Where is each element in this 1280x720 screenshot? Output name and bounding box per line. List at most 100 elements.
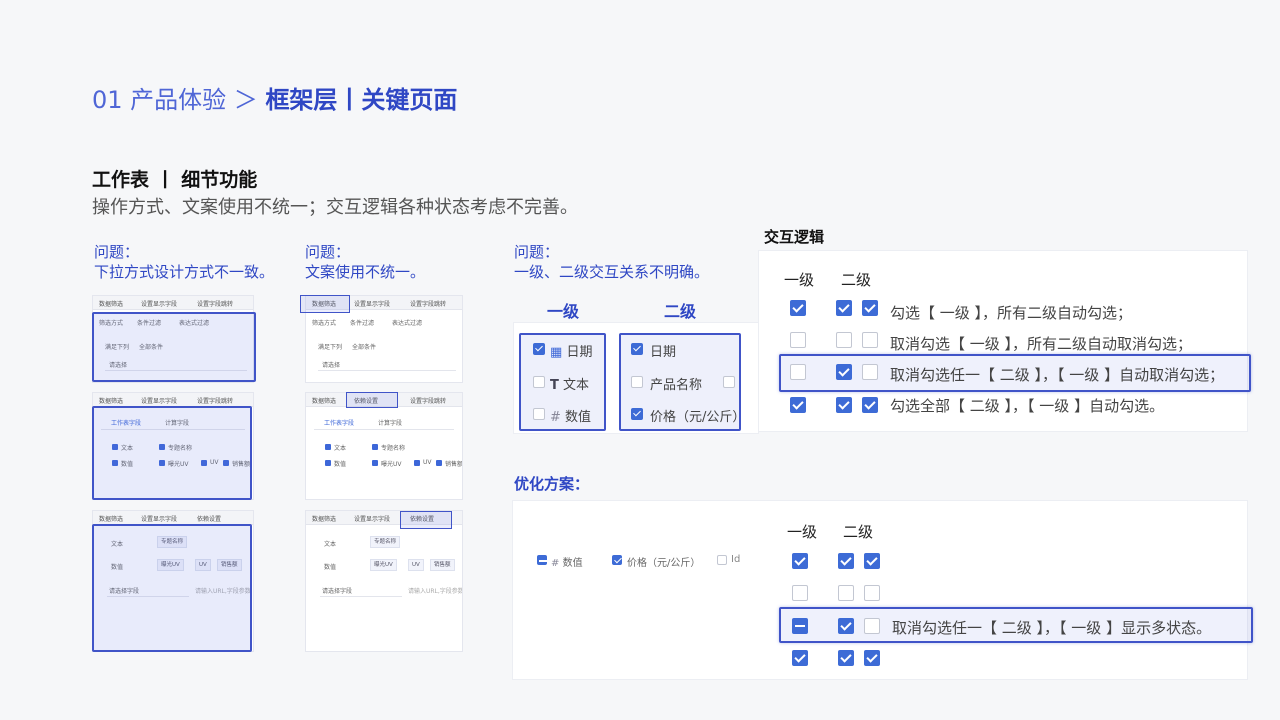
thumb-fields-b: 数据筛选 依赖设置 设置字段跳转 工作表字段 计算字段 文本 专题名称 数值 曝… [305,392,463,500]
exposure-uv-field: 曝光UV [381,461,402,468]
problem-3: 问题： 一级、二级交互关系不明确。 [514,242,709,282]
opt-col-level2: 二级 [843,523,874,541]
problem-text: 文案使用不统一。 [305,263,426,281]
exposure-uv-chip[interactable]: 曝光UV [370,559,397,571]
demo-price-checkbox[interactable] [612,555,622,565]
row1-level2b-checkbox[interactable] [862,300,878,316]
opt-row4-level2b[interactable] [864,650,880,666]
interaction-title: 交互逻辑 [764,228,825,246]
demo-number-checkbox[interactable] [537,555,547,565]
expr-filter-label: 表达式过滤 [392,320,423,327]
tab-label: 设置显示字段 [141,398,178,405]
opt-highlight-text: 取消勾选任一【 二级 】，【 一级 】显示多状态。 [892,619,1212,637]
opt-row1-level2b[interactable] [864,553,880,569]
number-field: 数值 [324,564,337,571]
row3-level1-checkbox[interactable] [790,364,806,380]
row1-level1-checkbox[interactable] [790,300,806,316]
breadcrumb: 01 产品体验 ＞ [92,86,266,114]
problem-label: 问题： [94,243,140,261]
checkbox-text-l1[interactable] [533,376,545,388]
opt-row4-level2a[interactable] [838,650,854,666]
section-description: 操作方式、文案使用不统一；交互逻辑各种状态考虑不完善。 [92,197,578,218]
problem-label: 问题： [305,243,351,261]
highlight-box [92,524,252,652]
checkbox-number-l1[interactable] [533,408,545,420]
level1-item: T 文本 [550,374,589,393]
level2-item: 产品名称 [650,378,703,393]
problem-text: 下拉方式设计方式不一致。 [94,263,275,281]
rule-4: 勾选全部【 二级 】，【 一级 】自动勾选。 [890,397,1165,415]
tab-label: 设置字段跳转 [410,398,447,405]
calc-field-tab: 计算字段 [378,420,403,427]
col-level2: 二级 [841,271,872,289]
level2-item: 价格（元/公斤） [650,410,746,425]
item-label: 文本 [563,378,590,393]
hash-icon: # [550,410,561,425]
demo-id-checkbox[interactable] [717,555,727,565]
url-input[interactable]: 请输入URL,字段参数 [408,586,462,595]
section-title: 工作表 丨 细节功能 [92,169,258,191]
opt-row2-level2a[interactable] [838,585,854,601]
tab-label: 数据筛选 [99,301,124,308]
tab-label: 设置显示字段 [354,516,391,523]
checkbox-price-l2[interactable] [631,408,643,420]
tab-label: 设置显示字段 [141,516,178,523]
sales-field: 销售额 [445,461,463,468]
row3-level2b-checkbox[interactable] [862,364,878,380]
problem-label: 问题： [514,243,560,261]
filter-mode-label: 筛选方式 [312,320,337,327]
calendar-icon: ▦ [550,345,563,360]
opt-row2-level2b[interactable] [864,585,880,601]
select-field[interactable]: 请选择字段 [322,586,352,595]
opt-row4-level1[interactable] [792,650,808,666]
problem-2: 问题： 文案使用不统一。 [305,242,425,282]
level1-item: # 数值 [550,406,591,425]
checkbox-product-l2[interactable] [631,376,643,388]
opt-row1-level2a[interactable] [838,553,854,569]
col-level1: 一级 [784,271,815,289]
checkbox-date-l2[interactable] [631,343,643,355]
highlight-box [346,392,398,408]
row3-level2a-checkbox[interactable] [836,364,852,380]
special-name-chip[interactable]: 专题名称 [370,536,401,548]
opt-row1-level1[interactable] [792,553,808,569]
row2-level2b-checkbox[interactable] [862,332,878,348]
tab-label: 设置字段跳转 [410,301,447,308]
row4-level1-checkbox[interactable] [790,397,806,413]
sales-chip[interactable]: 销售额 [430,559,455,571]
level2-item: 日期 [650,345,677,360]
checkbox-extra-l2[interactable] [723,376,735,388]
level1-title: 一级 [547,302,580,321]
uv-chip[interactable]: UV [408,559,424,571]
all-cond-label: 全部条件 [352,344,377,351]
row1-level2a-checkbox[interactable] [836,300,852,316]
opt-row3-level1-indeterminate[interactable] [792,618,808,634]
demo-id-item: Id [731,554,741,565]
problem-1: 问题： 下拉方式设计方式不一致。 [94,242,274,282]
checkbox-date-l1[interactable] [533,343,545,355]
level2-title: 二级 [664,302,697,321]
uv-field: UV [423,459,432,466]
highlight-box [400,511,452,529]
row4-level2b-checkbox[interactable] [862,397,878,413]
row4-level2a-checkbox[interactable] [836,397,852,413]
row2-level1-checkbox[interactable] [790,332,806,348]
highlight-box [92,312,256,382]
tab-label: 数据筛选 [312,398,337,405]
rule-3: 取消勾选任一【 二级 】，【 一级 】自动取消勾选； [890,366,1225,384]
text-field: 文本 [334,445,347,452]
tab-label: 数据筛选 [99,516,124,523]
tab-label: 设置字段跳转 [197,398,234,405]
meet-below-label: 满足下列 [318,344,343,351]
row2-level2a-checkbox[interactable] [836,332,852,348]
page-title: 01 产品体验 ＞ 框架层丨关键页面 [92,80,457,115]
opt-row3-level2b[interactable] [864,618,880,634]
opt-row2-level1[interactable] [792,585,808,601]
rule-2: 取消勾选【 一级 】，所有二级自动取消勾选； [890,335,1193,353]
special-name-field: 专题名称 [381,445,406,452]
level1-item: ▦ 日期 [550,341,592,360]
cond-filter-label: 条件过滤 [350,320,375,327]
opt-row3-level2a[interactable] [838,618,854,634]
demo-number-item: # 数值 [551,554,583,569]
optimize-title: 优化方案： [514,475,590,493]
